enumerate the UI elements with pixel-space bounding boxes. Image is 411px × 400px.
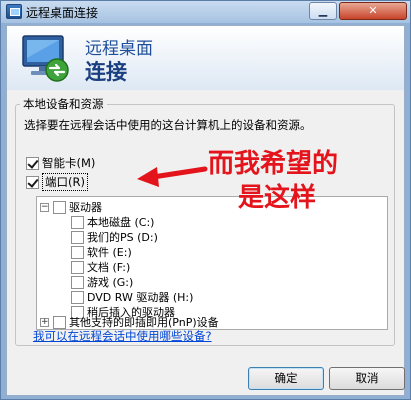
drives-checkbox[interactable] [53,200,66,214]
drive-label: 文档 (F:) [87,261,131,274]
title-bar[interactable]: 远程桌面连接 ▁ ✕ [1,1,410,23]
remote-desktop-app-icon [6,4,22,19]
group-description: 选择要在远程会话中使用的这台计算机上的设备和资源。 [24,118,312,132]
annotation-line2: 是这样 [238,183,317,213]
ports-label: 端口(R) [42,173,88,191]
ports-checkbox[interactable] [26,175,39,189]
drive-label: 游戏 (G:) [87,276,134,289]
expand-icon[interactable]: + [40,317,49,327]
drive-checkbox[interactable] [71,275,84,289]
remote-desktop-computer-icon [22,35,69,82]
tree-item-drive[interactable]: 本地磁盘 (C:) [71,214,154,230]
group-legend: 本地设备和资源 [20,96,107,112]
tree-item-drive[interactable]: DVD RW 驱动器 (H:) [71,289,193,305]
drive-label: DVD RW 驱动器 (H:) [87,291,194,304]
drive-checkbox[interactable] [71,230,84,244]
tree-item-drive[interactable]: 软件 (E:) [71,244,132,260]
ok-button[interactable]: 确定 [248,367,324,390]
drives-label: 驱动器 [69,201,102,214]
remote-desktop-window: 远程桌面连接 ▁ ✕ 远程桌面 连接 本地设备和资源 选择要在远程会话中使用的这… [0,0,411,400]
annotation-line1: 而我希望的 [208,149,339,179]
collapse-icon[interactable]: − [40,202,49,212]
smartcard-option[interactable]: 智能卡(M) [26,155,95,171]
minimize-button[interactable]: ▁ [309,2,337,20]
local-devices-group: 本地设备和资源 选择要在远程会话中使用的这台计算机上的设备和资源。 智能卡(M)… [15,96,395,346]
window-title: 远程桌面连接 [26,6,99,20]
tree-item-drive[interactable]: 文档 (F:) [71,259,130,275]
ports-option[interactable]: 端口(R) [26,173,88,191]
drive-checkbox[interactable] [71,245,84,259]
drive-checkbox[interactable] [71,290,84,304]
dialog-client-area: 远程桌面 连接 本地设备和资源 选择要在远程会话中使用的这台计算机上的设备和资源… [6,25,405,396]
drive-label: 我们的PS (D:) [87,231,158,244]
close-button[interactable]: ✕ [339,2,407,20]
smartcard-checkbox[interactable] [26,156,39,170]
dialog-header: 远程桌面 连接 [7,26,404,90]
drive-checkbox[interactable] [71,215,84,229]
other-devices-checkbox[interactable] [53,315,66,329]
cancel-button[interactable]: 取消 [329,367,405,390]
red-arrow-icon [137,166,208,187]
drive-checkbox[interactable] [71,260,84,274]
device-tree[interactable]: − 驱动器 本地磁盘 (C:) 我们的PS (D:) 软件 (E:) 文档 (F… [36,196,388,330]
drive-label: 本地磁盘 (C:) [87,216,155,229]
tree-item-drives[interactable]: − 驱动器 [40,199,102,215]
drive-label: 软件 (E:) [87,246,132,259]
smartcard-label: 智能卡(M) [42,156,96,170]
header-title-line2: 连接 [85,60,127,84]
devices-help-link[interactable]: 我可以在远程会话中使用哪些设备? [33,328,212,344]
tree-item-drive[interactable]: 我们的PS (D:) [71,229,158,245]
tree-item-drive[interactable]: 游戏 (G:) [71,274,133,290]
